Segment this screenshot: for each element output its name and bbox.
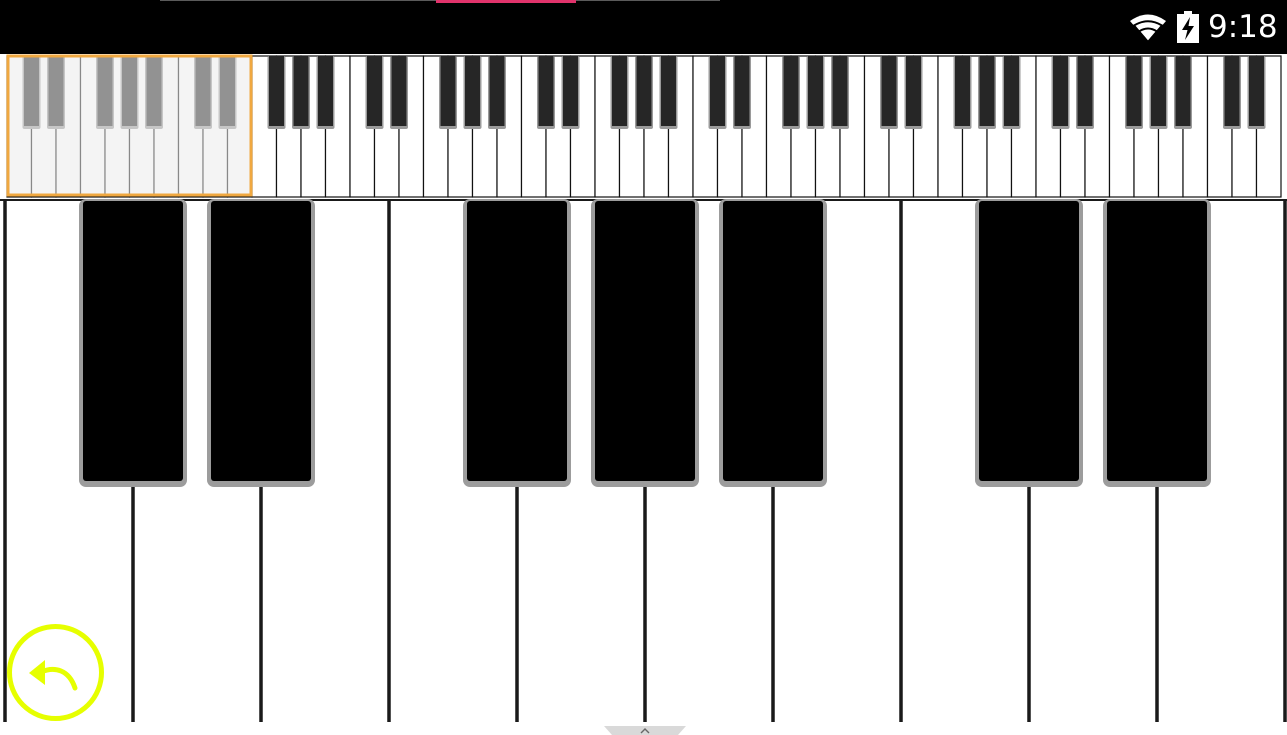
- overview-black-key[interactable]: [612, 56, 627, 126]
- overview-black-key[interactable]: [293, 56, 309, 126]
- reply-arrow-icon: [29, 660, 78, 691]
- overview-selection-window[interactable]: [6, 54, 253, 197]
- keyboard-main[interactable]: [0, 199, 1287, 735]
- overview-black-key[interactable]: [710, 56, 725, 126]
- black-key[interactable]: [1107, 201, 1207, 481]
- overview-black-key[interactable]: [318, 56, 333, 126]
- overview-black-key[interactable]: [808, 56, 823, 126]
- overview-black-key[interactable]: [832, 56, 848, 126]
- overview-black-key[interactable]: [661, 56, 676, 126]
- overview-black-key[interactable]: [955, 56, 970, 126]
- battery-charging-icon: [1177, 11, 1199, 43]
- black-key[interactable]: [595, 201, 695, 481]
- wifi-icon: [1130, 14, 1166, 44]
- overview-black-key[interactable]: [1224, 56, 1240, 126]
- back-button[interactable]: [5, 622, 106, 723]
- overview-black-key[interactable]: [563, 56, 578, 126]
- overview-black-key[interactable]: [1249, 56, 1264, 126]
- overview-black-key[interactable]: [269, 56, 284, 126]
- status-time: 9:18: [1208, 9, 1278, 45]
- overview-black-key[interactable]: [636, 56, 652, 126]
- overview-black-key[interactable]: [1053, 56, 1068, 126]
- overview-black-key[interactable]: [783, 56, 799, 126]
- overview-black-key[interactable]: [367, 56, 382, 126]
- overview-black-key[interactable]: [1151, 56, 1166, 126]
- status-bar: 9:18: [0, 0, 1287, 54]
- overview-black-key[interactable]: [1004, 56, 1019, 126]
- overview-black-key[interactable]: [881, 56, 897, 126]
- status-accent: [436, 0, 576, 3]
- overview-black-key[interactable]: [465, 56, 480, 126]
- chevron-up-icon[interactable]: [604, 726, 686, 735]
- overview-black-key[interactable]: [538, 56, 554, 126]
- overview-black-key[interactable]: [979, 56, 995, 126]
- back-button-ring: [7, 624, 104, 721]
- overview-black-key[interactable]: [391, 56, 407, 126]
- overview-black-key[interactable]: [1175, 56, 1191, 126]
- black-key[interactable]: [979, 201, 1079, 481]
- black-key[interactable]: [83, 201, 183, 481]
- overview-black-key[interactable]: [734, 56, 750, 126]
- overview-black-key[interactable]: [1077, 56, 1093, 126]
- overview-black-key[interactable]: [906, 56, 921, 126]
- black-key[interactable]: [467, 201, 567, 481]
- overview-black-key[interactable]: [489, 56, 505, 126]
- keyboard-overview[interactable]: [0, 54, 1287, 199]
- black-key[interactable]: [723, 201, 823, 481]
- piano-screen: 9:18: [0, 0, 1287, 735]
- overview-black-key[interactable]: [1126, 56, 1142, 126]
- overview-black-key[interactable]: [440, 56, 456, 126]
- black-key[interactable]: [211, 201, 311, 481]
